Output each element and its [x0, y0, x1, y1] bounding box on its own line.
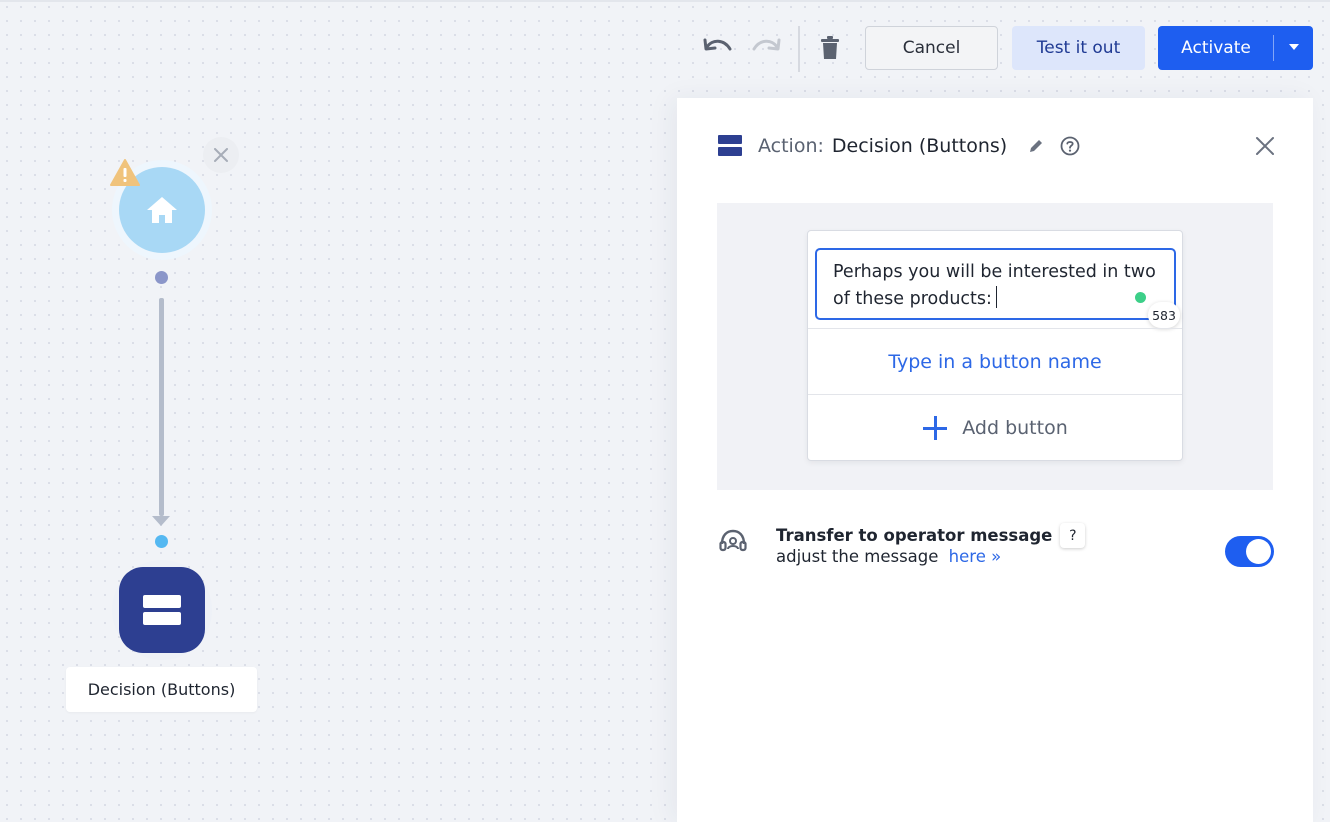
activate-label: Activate — [1181, 38, 1251, 58]
undo-icon[interactable] — [702, 32, 734, 64]
action-title: Decision (Buttons) — [831, 135, 1008, 157]
close-icon — [1256, 137, 1274, 155]
remove-node-button[interactable] — [203, 137, 239, 173]
cancel-button[interactable]: Cancel — [865, 26, 998, 70]
status-dot — [1135, 292, 1146, 303]
headset-icon — [718, 527, 748, 557]
close-icon — [214, 148, 228, 162]
trash-icon[interactable] — [814, 32, 846, 64]
decision-node-input-port[interactable] — [155, 535, 168, 548]
activate-button[interactable]: Activate — [1158, 26, 1313, 70]
message-preview-area: Perhaps you will be interested in two of… — [717, 203, 1273, 490]
plus-icon — [922, 415, 948, 441]
transfer-toggle[interactable] — [1225, 536, 1274, 567]
message-textarea[interactable]: Perhaps you will be interested in two of… — [815, 248, 1176, 320]
transfer-title: Transfer to operator message ? — [776, 523, 1086, 548]
character-counter-badge: 583 — [1148, 302, 1180, 328]
decision-card: Perhaps you will be interested in two of… — [807, 230, 1183, 461]
close-panel-button[interactable] — [1253, 134, 1277, 158]
add-button-label: Add button — [962, 417, 1068, 439]
connector-arrow-icon — [152, 516, 170, 526]
button-name-input[interactable]: Type in a button name — [808, 328, 1182, 394]
decision-buttons-icon-bar — [143, 612, 181, 625]
home-icon — [147, 197, 177, 223]
toggle-knob — [1246, 539, 1271, 564]
top-border — [0, 0, 1330, 2]
redo-icon[interactable] — [750, 32, 782, 64]
flow-connector — [159, 298, 164, 516]
toolbar: Cancel Test it out Activate — [0, 26, 1330, 72]
activate-split-divider — [1273, 35, 1274, 61]
warning-icon — [109, 158, 141, 188]
decision-node[interactable] — [119, 567, 205, 653]
toolbar-divider — [798, 26, 800, 72]
test-it-out-button[interactable]: Test it out — [1012, 26, 1145, 70]
start-node-output-port[interactable] — [155, 271, 168, 284]
adjust-message-link[interactable]: here » — [949, 547, 1002, 566]
transfer-title-text: Transfer to operator message — [776, 526, 1053, 545]
transfer-subtitle: adjust the message here » — [776, 547, 1001, 566]
pencil-icon[interactable] — [1025, 135, 1047, 157]
transfer-subtitle-text: adjust the message — [776, 547, 939, 566]
panel-header: Action: Decision (Buttons) — [718, 132, 1081, 160]
chevron-down-icon[interactable] — [1289, 44, 1299, 50]
decision-node-label[interactable]: Decision (Buttons) — [66, 667, 257, 712]
transfer-help-badge[interactable]: ? — [1060, 523, 1086, 548]
action-label: Action: — [758, 135, 824, 157]
decision-buttons-icon — [718, 135, 742, 157]
transfer-operator-section: Transfer to operator message ? adjust th… — [718, 522, 1274, 570]
action-panel: Action: Decision (Buttons) Perhaps you w… — [677, 98, 1313, 822]
help-icon[interactable] — [1059, 135, 1081, 157]
add-button[interactable]: Add button — [808, 394, 1182, 461]
decision-buttons-icon — [143, 595, 181, 608]
message-text: Perhaps you will be interested in two of… — [833, 262, 1156, 309]
text-caret — [995, 286, 997, 308]
